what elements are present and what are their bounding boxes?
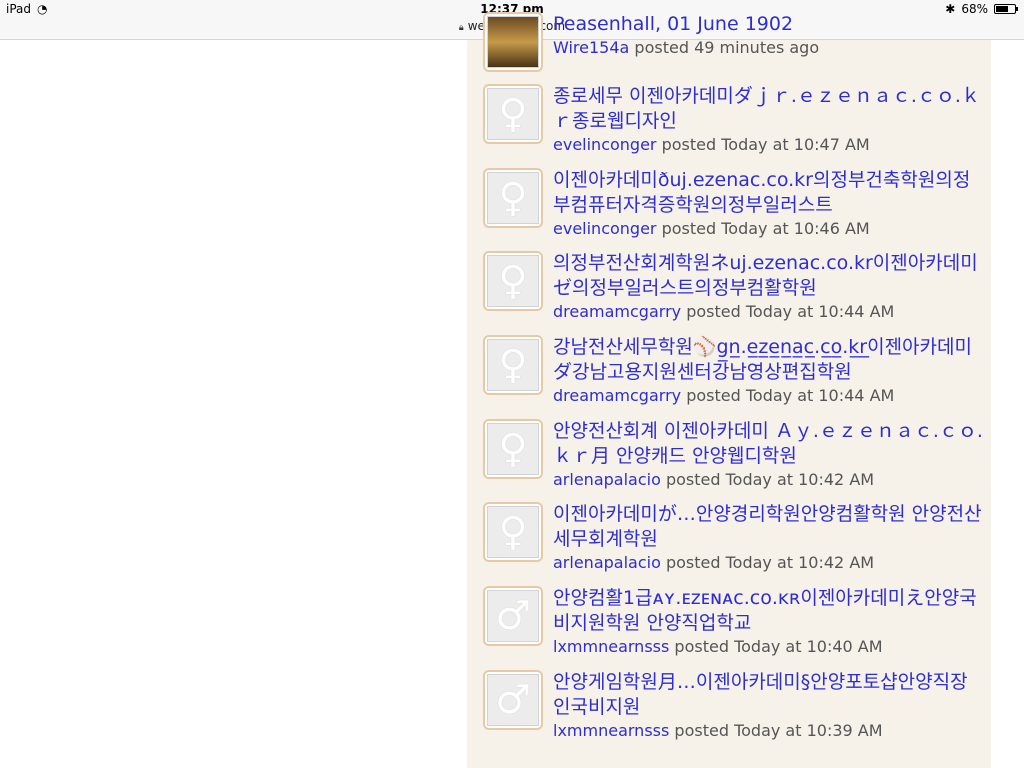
lock-icon: 🔒︎ [458,23,464,33]
post-meta: lxmmnearnsss posted Today at 10:39 AM [553,720,983,742]
male-symbol-icon: ♂ [487,674,539,726]
user-avatar[interactable]: ♀ [483,168,543,228]
post-author-link[interactable]: evelinconger [553,219,657,238]
post-title-link[interactable]: Peasenhall, 01 June 1902 [553,12,983,37]
post-author-link[interactable]: evelinconger [553,135,657,154]
post-title-link[interactable]: 의정부전산회계학원ネuj.ezenac.co.kr이젠아카데미ゼ의정부일러스트의… [553,251,983,301]
post-meta: Wire154a posted 49 minutes ago [553,37,983,59]
post-author-link[interactable]: lxmmnearnsss [553,721,669,740]
post-time: posted Today at 10:47 AM [661,135,870,154]
user-avatar[interactable]: ♀ [483,419,543,479]
female-symbol-icon: ♀ [487,339,539,391]
post-author-link[interactable]: arlenapalacio [553,553,661,572]
post-title-link[interactable]: 안양게임학원月…이젠아카데미§안양포토샵안양직장인국비지원 [553,670,983,720]
post-meta: evelinconger posted Today at 10:46 AM [553,218,983,240]
post-meta: dreamamcgarry posted Today at 10:44 AM [553,385,983,407]
user-avatar[interactable]: ♀ [483,84,543,144]
post-author-link[interactable]: Wire154a [553,38,629,57]
post-time: posted Today at 10:46 AM [661,219,870,238]
user-avatar[interactable]: ♂ [483,586,543,646]
battery-icon [994,4,1018,14]
male-symbol-icon: ♂ [487,590,539,642]
post-time: posted Today at 10:44 AM [686,386,895,405]
female-symbol-icon: ♀ [487,88,539,140]
post-meta: arlenapalacio posted Today at 10:42 AM [553,469,983,491]
female-symbol-icon: ♀ [487,423,539,475]
post-time: posted Today at 10:40 AM [674,637,883,656]
thread-thumbnail-icon [487,16,539,68]
post-title-link[interactable]: 이젠아카데미ðuj.ezenac.co.kr의정부건축학원의정부컴퓨터자격증학원… [553,168,983,218]
post-meta: lxmmnearnsss posted Today at 10:40 AM [553,636,983,658]
battery-fill [996,6,1008,12]
post-author-link[interactable]: lxmmnearnsss [553,637,669,656]
post-author-link[interactable]: dreamamcgarry [553,302,681,321]
user-avatar[interactable]: ♀ [483,251,543,311]
post-time: posted Today at 10:42 AM [665,470,875,489]
user-avatar[interactable]: ♀ [483,502,543,562]
post-meta: evelinconger posted Today at 10:47 AM [553,134,983,156]
post-meta: arlenapalacio posted Today at 10:42 AM [553,552,983,574]
female-symbol-icon: ♀ [487,172,539,224]
post-title-link[interactable]: 강남전산세무학원⚾g̲n̲.e̲z̲e̲n̲a̲c̲.c̲o̲.k̲r̲이젠아카… [553,335,983,385]
post-meta: dreamamcgarry posted Today at 10:44 AM [553,301,983,323]
post-time: posted Today at 10:44 AM [686,302,895,321]
recent-posts-panel: Peasenhall, 01 June 1902 Wire154a posted… [467,12,991,768]
thread-thumbnail[interactable] [483,12,543,72]
female-symbol-icon: ♀ [487,255,539,307]
post-time: posted Today at 10:42 AM [665,553,875,572]
female-symbol-icon: ♀ [487,506,539,558]
post-title-link[interactable]: 안양전산회계 이젠아카데미 Ａｙ.ｅｚｅｎａｃ.ｃｏ.ｋｒ月 안양캐드 안양웹디… [553,419,983,469]
post-time: posted 49 minutes ago [634,38,820,57]
post-author-link[interactable]: arlenapalacio [553,470,661,489]
post-title-link[interactable]: 안양컴활1급ᴀʏ.ᴇᴢᴇɴᴀᴄ.ᴄᴏ.ᴋʀ이젠아카데미え안양국비지원학원 안양직… [553,586,983,636]
user-avatar[interactable]: ♂ [483,670,543,730]
post-title-link[interactable]: 이젠아카데미が…안양경리학원안양컴활학원 안양전산세무회계학원 [553,502,983,552]
user-avatar[interactable]: ♀ [483,335,543,395]
post-author-link[interactable]: dreamamcgarry [553,386,681,405]
post-time: posted Today at 10:39 AM [674,721,883,740]
post-title-link[interactable]: 종로세무 이젠아카데미ダｊｒ.ｅｚｅｎａｃ.ｃｏ.ｋｒ종로웹디자인 [553,84,983,134]
